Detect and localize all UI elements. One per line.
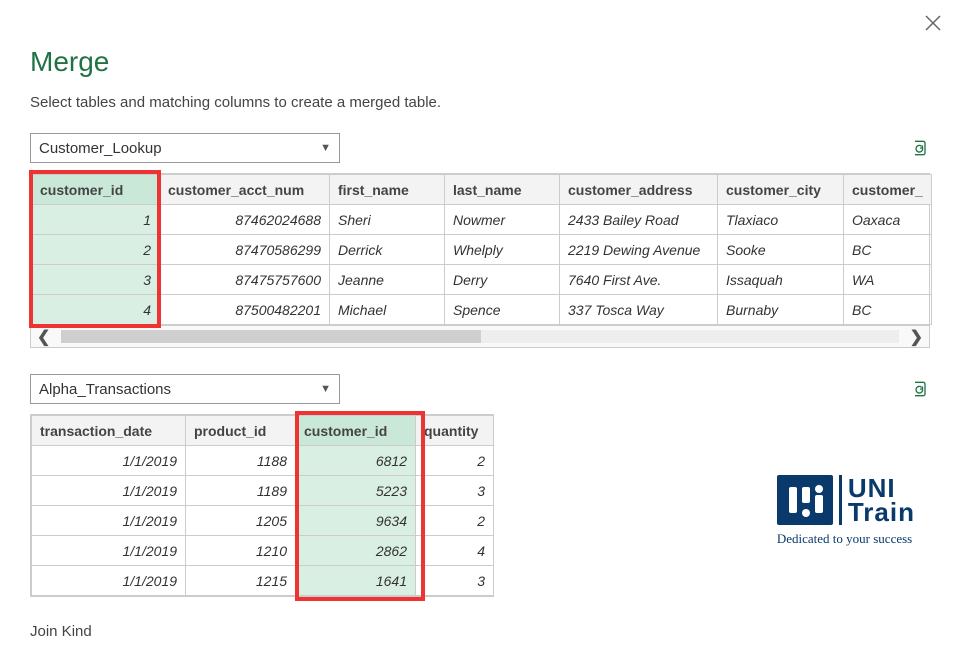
logo-tagline: Dedicated to your success — [777, 531, 915, 547]
table-row[interactable]: 1/1/2019 1205 9634 2 — [32, 506, 494, 536]
refresh-icon[interactable] — [910, 379, 930, 399]
scroll-left-icon[interactable]: ❮ — [37, 327, 50, 347]
col-quantity[interactable]: quantity — [416, 416, 494, 446]
scroll-right-icon[interactable]: ❯ — [910, 327, 923, 347]
table1-dropdown-label: Customer_Lookup — [39, 140, 162, 157]
col-state[interactable]: customer_ — [844, 175, 932, 205]
scrollbar-thumb[interactable] — [61, 330, 481, 343]
table-row[interactable]: 4 87500482201 Michael Spence 337 Tosca W… — [32, 295, 932, 325]
table1-dropdown[interactable]: Customer_Lookup ▼ — [30, 133, 340, 163]
table-header-row: transaction_date product_id customer_id … — [32, 416, 494, 446]
chevron-down-icon: ▼ — [320, 142, 331, 154]
table-row[interactable]: 1/1/2019 1210 2862 4 — [32, 536, 494, 566]
table2-preview: transaction_date product_id customer_id … — [30, 414, 494, 597]
table-row[interactable]: 1 87462024688 Sheri Nowmer 2433 Bailey R… — [32, 205, 932, 235]
table-row[interactable]: 1/1/2019 1188 6812 2 — [32, 446, 494, 476]
logo-mark-icon — [777, 475, 833, 525]
col-product-id[interactable]: product_id — [186, 416, 296, 446]
unitrain-logo: UNI Train Dedicated to your success — [777, 475, 915, 547]
page-title: Merge — [30, 46, 930, 78]
table-header-row: customer_id customer_acct_num first_name… — [32, 175, 932, 205]
col-customer-id[interactable]: customer_id — [296, 416, 416, 446]
col-customer-id[interactable]: customer_id — [32, 175, 160, 205]
table-row[interactable]: 1/1/2019 1215 1641 3 — [32, 566, 494, 596]
table-row[interactable]: 1/1/2019 1189 5223 3 — [32, 476, 494, 506]
join-kind-label: Join Kind — [30, 623, 930, 640]
page-subtitle: Select tables and matching columns to cr… — [30, 94, 930, 111]
logo-text-train: Train — [839, 499, 915, 525]
col-address[interactable]: customer_address — [560, 175, 718, 205]
close-icon[interactable] — [924, 14, 942, 36]
refresh-icon[interactable] — [910, 138, 930, 158]
chevron-down-icon: ▼ — [320, 383, 331, 395]
table2-dropdown-label: Alpha_Transactions — [39, 381, 171, 398]
col-last-name[interactable]: last_name — [445, 175, 560, 205]
table-row[interactable]: 2 87470586299 Derrick Whelply 2219 Dewin… — [32, 235, 932, 265]
table-row[interactable]: 3 87475757600 Jeanne Derry 7640 First Av… — [32, 265, 932, 295]
source-table-1: Customer_Lookup ▼ customer_id customer_a… — [30, 133, 930, 348]
table2-dropdown[interactable]: Alpha_Transactions ▼ — [30, 374, 340, 404]
table1-preview: customer_id customer_acct_num first_name… — [30, 173, 930, 326]
col-first-name[interactable]: first_name — [330, 175, 445, 205]
col-city[interactable]: customer_city — [718, 175, 844, 205]
col-transaction-date[interactable]: transaction_date — [32, 416, 186, 446]
horizontal-scrollbar[interactable]: ❮ ❯ — [30, 326, 930, 348]
col-acct-num[interactable]: customer_acct_num — [160, 175, 330, 205]
